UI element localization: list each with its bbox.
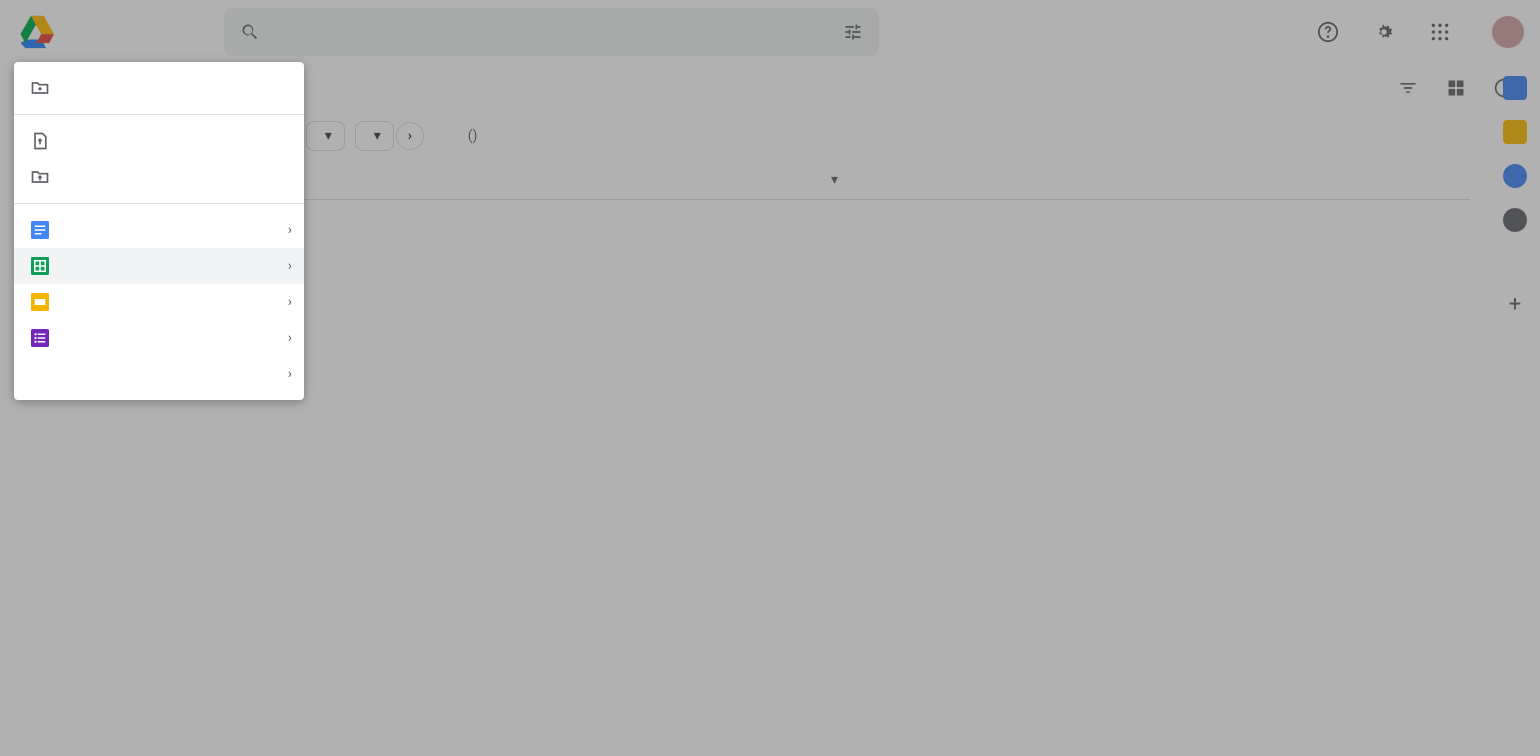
sheets-icon bbox=[30, 256, 50, 276]
divider bbox=[14, 114, 304, 115]
menu-upload-folder[interactable] bbox=[14, 159, 304, 195]
chevron-right-icon: › bbox=[288, 366, 292, 382]
menu-google-docs[interactable]: › bbox=[14, 212, 304, 248]
new-folder-icon bbox=[30, 78, 50, 98]
slides-icon bbox=[30, 292, 50, 312]
upload-folder-icon bbox=[30, 167, 50, 187]
new-menu: › › › › › bbox=[14, 62, 304, 400]
divider bbox=[14, 203, 304, 204]
chevron-right-icon: › bbox=[288, 222, 292, 238]
chevron-right-icon: › bbox=[288, 330, 292, 346]
chevron-right-icon: › bbox=[288, 258, 292, 274]
menu-upload-files[interactable] bbox=[14, 123, 304, 159]
chevron-right-icon: › bbox=[288, 294, 292, 310]
upload-file-icon bbox=[30, 131, 50, 151]
forms-icon bbox=[30, 328, 50, 348]
menu-google-slides[interactable]: › bbox=[14, 284, 304, 320]
menu-google-sheets[interactable]: › bbox=[14, 248, 304, 284]
docs-icon bbox=[30, 220, 50, 240]
menu-more[interactable]: › bbox=[14, 356, 304, 392]
menu-create-folder[interactable] bbox=[14, 70, 304, 106]
menu-google-forms[interactable]: › bbox=[14, 320, 304, 356]
blank-icon bbox=[30, 364, 50, 384]
